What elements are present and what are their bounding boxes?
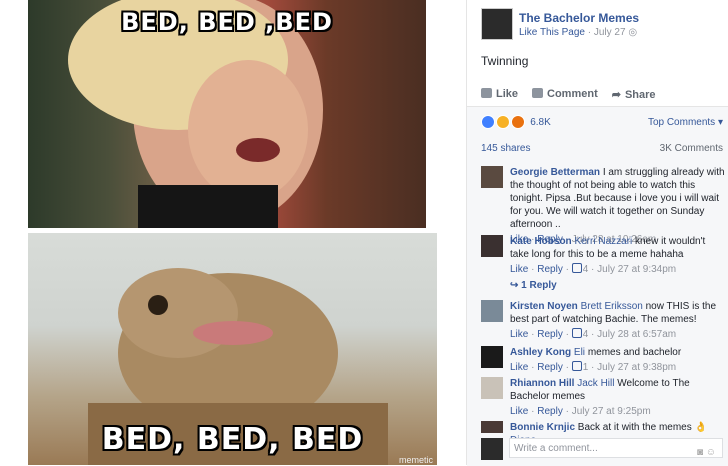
reactions-count[interactable]: 6.8K <box>530 117 551 128</box>
thumbs-up-icon <box>481 88 492 98</box>
emoji-icon: 👌 <box>694 422 707 433</box>
avatar[interactable] <box>481 346 503 368</box>
commenter-name[interactable]: Rhiannon Hill <box>510 378 574 389</box>
comment-time[interactable]: July 28 at 6:57am <box>597 329 676 340</box>
comment-body: Kirsten Noyen Brett Eriksson now THIS is… <box>510 300 725 341</box>
commenter-name[interactable]: Kate Hobson <box>510 236 572 247</box>
commenter-name[interactable]: Georgie Betterman <box>510 167 600 178</box>
share-arrow-icon: ➦ <box>611 89 621 101</box>
camera-icon[interactable]: ◙ ☺ <box>697 443 716 463</box>
comment-time[interactable]: July 27 at 9:34pm <box>597 264 676 275</box>
like-link[interactable]: Like <box>510 362 528 373</box>
comment-body: Rhiannon Hill Jack Hill Welcome to The B… <box>510 377 725 418</box>
like-link[interactable]: Like <box>510 264 528 275</box>
commenter-name[interactable]: Kirsten Noyen <box>510 301 578 312</box>
avatar[interactable] <box>481 421 503 433</box>
post-actions: Like Comment ➦ Share <box>481 88 721 102</box>
mention-link[interactable]: Kerri Nazzari <box>574 236 632 247</box>
avatar[interactable] <box>481 300 503 322</box>
caret-down-icon: ▾ <box>715 117 723 128</box>
post-image-area: BED, BED ,BED BED, BED, BED memetic <box>0 0 466 465</box>
post-date[interactable]: July 27 <box>594 27 626 38</box>
view-replies-link[interactable]: ↪ 1 Reply <box>510 280 557 291</box>
comment-meta: Like · Reply · 4 · July 27 at 9:34pm <box>510 263 677 275</box>
meme-image-top[interactable]: BED, BED ,BED <box>28 0 426 228</box>
avatar[interactable] <box>481 235 503 257</box>
comment-meta: Like · Reply · July 27 at 9:25pm <box>510 406 651 417</box>
write-comment-box: Write a comment... ◙ ☺ <box>481 438 725 460</box>
like-button[interactable]: Like <box>481 88 518 102</box>
comment-button[interactable]: Comment <box>532 88 598 102</box>
comment-body: Ashley Kong Eli memes and bachelor Like … <box>510 346 725 374</box>
watermark: memetic <box>398 455 433 465</box>
post-header: The Bachelor Memes Like This Page · July… <box>481 8 721 42</box>
comment-meta: Like · Reply · 4 · July 28 at 6:57am <box>510 328 677 340</box>
comment-text: Back at it with the memes <box>577 422 692 433</box>
commenter-name[interactable]: Ashley Kong <box>510 347 571 358</box>
share-count-row: 145 shares 3K Comments <box>481 143 723 154</box>
like-count[interactable]: 1 <box>583 362 589 373</box>
comment-input[interactable]: Write a comment... ◙ ☺ <box>509 438 723 458</box>
page-meta: Like This Page · July 27 ◎ <box>519 27 637 38</box>
reply-link[interactable]: Reply <box>537 362 563 373</box>
reactions-row[interactable]: 6.8K Top Comments ▾ <box>481 115 723 131</box>
reply-arrow-icon: ↪ <box>510 280 522 291</box>
reply-link[interactable]: Reply <box>537 329 563 340</box>
mention-link[interactable]: Eli <box>574 347 585 358</box>
comment-time[interactable]: July 27 at 9:25pm <box>572 406 651 417</box>
meme-bottom-caption: BED, BED, BED <box>101 422 364 457</box>
avatar[interactable] <box>481 166 503 188</box>
thumbs-up-icon <box>571 263 582 273</box>
post-panel: The Bachelor Memes Like This Page · July… <box>466 0 728 466</box>
comment-time[interactable]: July 27 at 9:38pm <box>597 362 676 373</box>
like-page-link[interactable]: Like This Page <box>519 27 585 38</box>
comments-count[interactable]: 3K Comments <box>660 143 723 154</box>
like-count[interactable]: 4 <box>583 329 589 340</box>
like-link[interactable]: Like <box>510 329 528 340</box>
mention-link[interactable]: Jack Hill <box>577 378 614 389</box>
meme-image-bottom[interactable]: BED, BED, BED memetic <box>28 233 437 465</box>
thumbs-up-icon <box>571 328 582 338</box>
like-link[interactable]: Like <box>510 406 528 417</box>
comment-text: memes and bachelor <box>587 347 682 358</box>
page-avatar[interactable] <box>481 8 513 40</box>
avatar[interactable] <box>481 377 503 399</box>
like-reaction-icon <box>481 115 495 129</box>
reply-link[interactable]: Reply <box>537 264 563 275</box>
comment-meta: Like · Reply · 1 · July 27 at 9:38pm <box>510 361 677 373</box>
page-name-link[interactable]: The Bachelor Memes <box>519 11 639 25</box>
comment-icon <box>532 88 544 98</box>
mention-link[interactable]: Brett Eriksson <box>581 301 643 312</box>
post-text: Twinning <box>481 54 529 68</box>
meme-top-caption: BED, BED ,BED <box>121 8 333 36</box>
love-reaction-icon <box>511 115 526 129</box>
share-button[interactable]: ➦ Share <box>612 88 656 102</box>
shares-count[interactable]: 145 shares <box>481 143 530 154</box>
reply-link[interactable]: Reply <box>537 406 563 417</box>
comment-body: Georgie Betterman I am struggling alread… <box>510 166 725 246</box>
like-count[interactable]: 4 <box>583 264 589 275</box>
top-comments-dropdown[interactable]: Top Comments ▾ <box>648 117 723 128</box>
globe-icon: ◎ <box>628 27 638 38</box>
thumbs-up-icon <box>571 361 582 371</box>
commenter-name[interactable]: Bonnie Krnjic <box>510 422 575 433</box>
current-user-avatar <box>481 438 503 460</box>
comment-body: Kate Hobson Kerri Nazzari knew it wouldn… <box>510 235 725 276</box>
haha-reaction-icon <box>496 115 511 129</box>
